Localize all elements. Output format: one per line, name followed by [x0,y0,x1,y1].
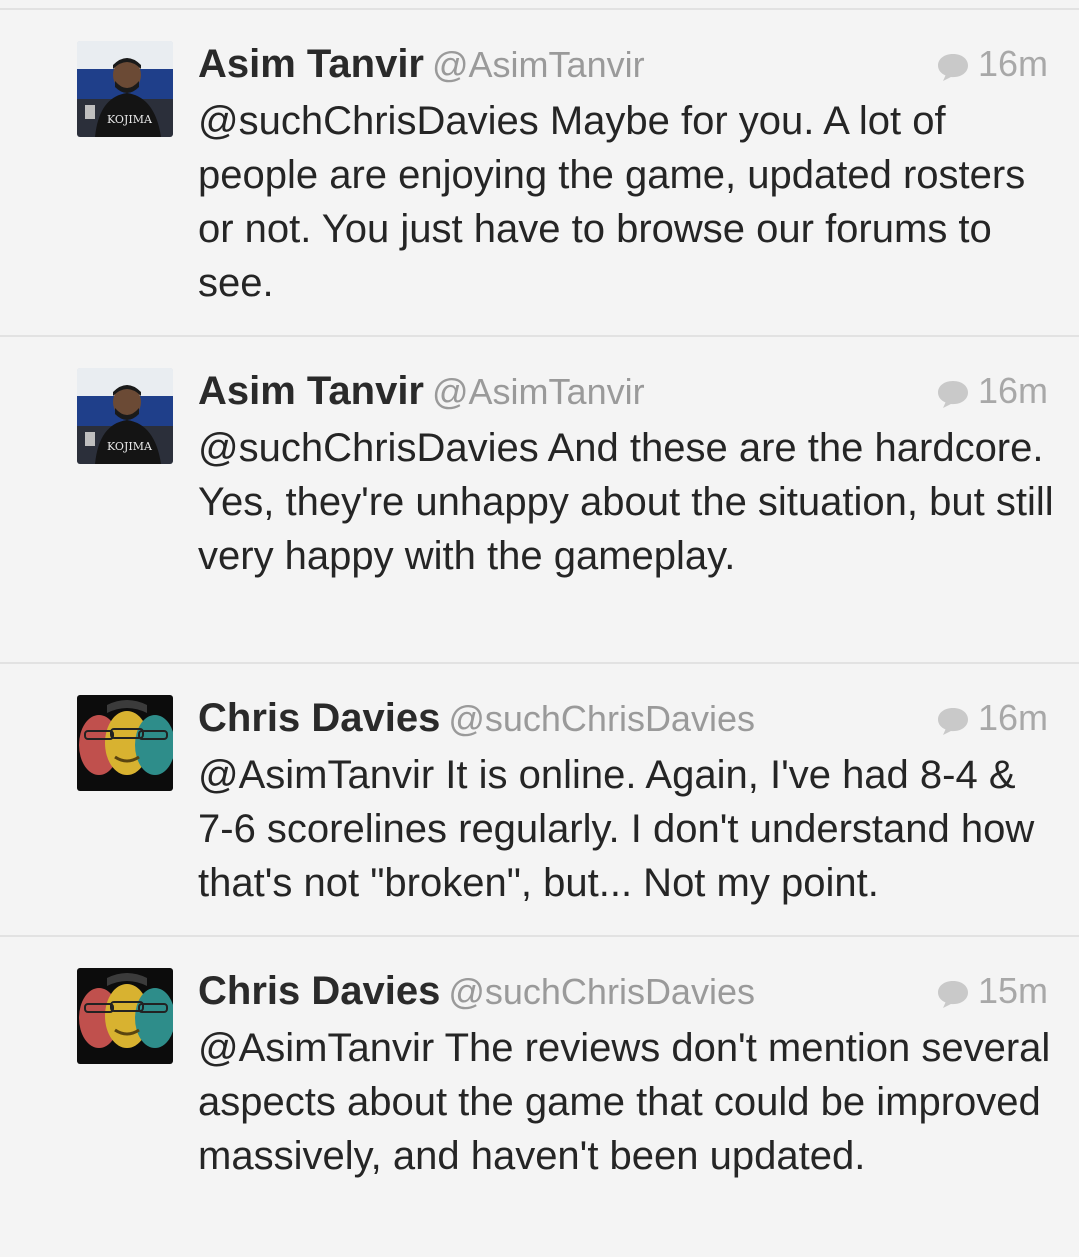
author-handle[interactable]: @suchChrisDavies [448,698,755,739]
author-name[interactable]: Chris Davies [198,969,440,1013]
tweet-meta: 16m [936,367,1048,415]
author-handle[interactable]: @suchChrisDavies [448,971,755,1012]
avatar[interactable] [77,968,173,1064]
asim-avatar-icon: KOJIMA [77,368,173,464]
tweet-meta: 15m [936,967,1048,1015]
tweet-header: Asim Tanvir @AsimTanvir [198,40,645,97]
tweet-time: 16m [977,370,1048,411]
chris-avatar-icon [77,695,173,791]
conversation-bubble-icon [937,981,968,1008]
conversation-bubble-icon [937,708,968,735]
asim-avatar-icon: KOJIMA [77,41,173,137]
tweet-time: 16m [977,43,1048,84]
avatar[interactable] [77,695,173,791]
tweet-item[interactable]: Chris Davies @suchChrisDavies 15m @AsimTa… [0,937,1079,1257]
tweet-item[interactable]: KOJIMA Asim Tanvir @AsimTanvir 16m @suchC… [0,337,1079,664]
author-name[interactable]: Chris Davies [198,696,440,740]
tweet-meta: 16m [936,694,1048,742]
author-name[interactable]: Asim Tanvir [198,369,424,413]
tweet-time: 15m [977,970,1048,1011]
conversation-bubble-icon [937,381,968,408]
tweet-text: @AsimTanvir It is online. Again, I've ha… [198,753,1035,905]
tweet-header: Chris Davies @suchChrisDavies [198,694,755,751]
svg-text:KOJIMA: KOJIMA [107,113,153,126]
tweet-text: @suchChrisDavies And these are the hardc… [198,426,1054,578]
tweet-text: @AsimTanvir The reviews don't mention se… [198,1026,1051,1178]
tweet-header: Chris Davies @suchChrisDavies [198,967,755,1024]
tweet-item[interactable]: Chris Davies @suchChrisDavies 16m @AsimTa… [0,664,1079,937]
top-divider [0,0,1079,10]
avatar[interactable]: KOJIMA [77,368,173,464]
conversation-bubble-icon [937,54,968,81]
chris-avatar-icon [77,968,173,1064]
author-handle[interactable]: @AsimTanvir [432,371,645,412]
avatar[interactable]: KOJIMA [77,41,173,137]
tweet-item[interactable]: KOJIMA Asim Tanvir @AsimTanvir 16m @suchC… [0,10,1079,337]
tweet-meta: 16m [936,40,1048,88]
author-handle[interactable]: @AsimTanvir [432,44,645,85]
author-name[interactable]: Asim Tanvir [198,42,424,86]
tweet-time: 16m [977,697,1048,738]
tweet-header: Asim Tanvir @AsimTanvir [198,367,645,424]
svg-text:KOJIMA: KOJIMA [107,440,153,453]
tweet-text: @suchChrisDavies Maybe for you. A lot of… [198,99,1026,305]
